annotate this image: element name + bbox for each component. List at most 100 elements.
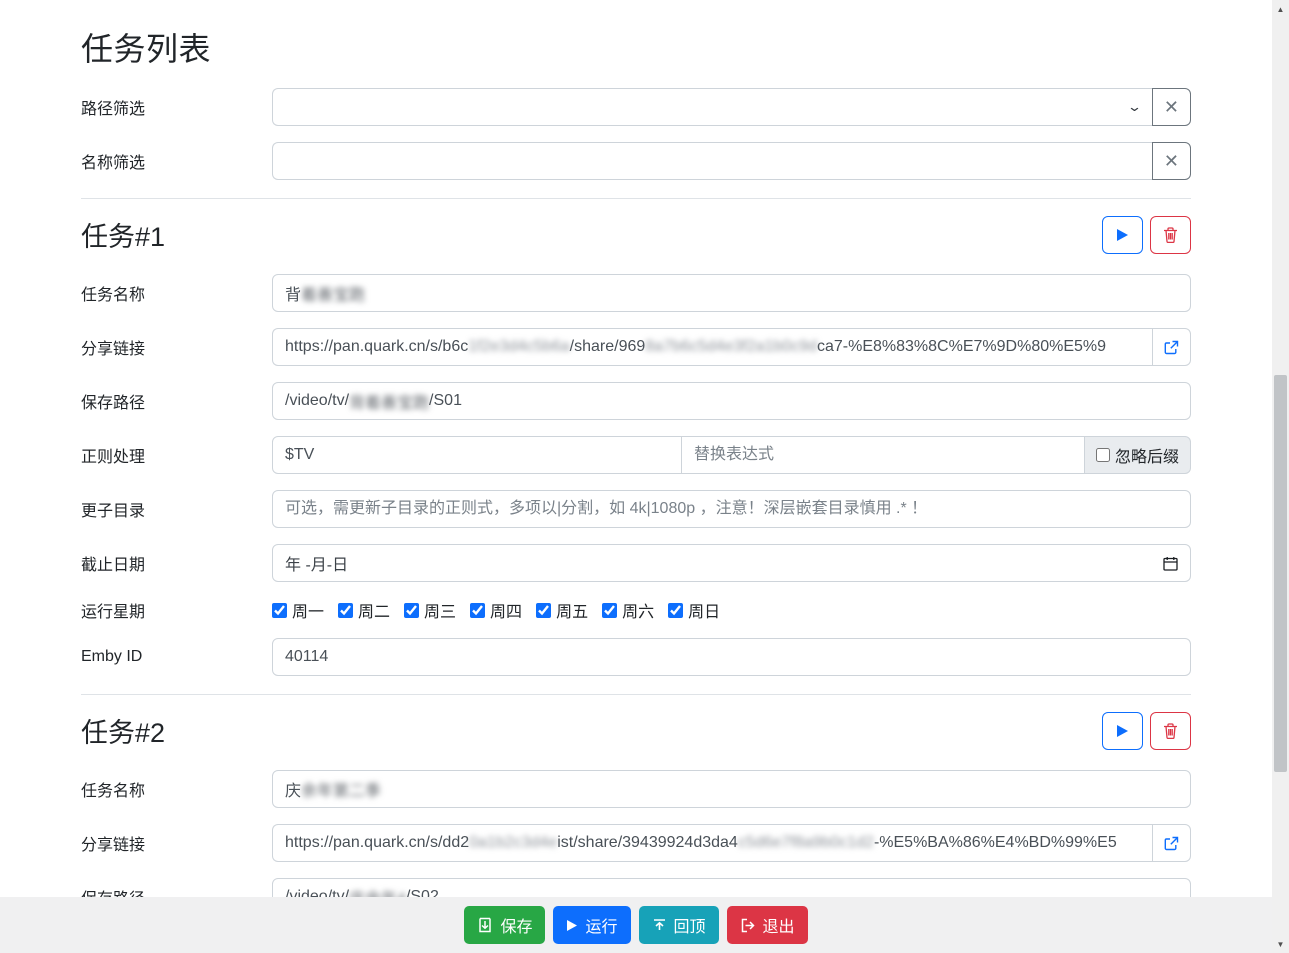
checkbox[interactable]: [602, 603, 617, 618]
weekday-checkbox-thu[interactable]: 周四: [470, 598, 522, 622]
run-button-label: 运行: [585, 913, 617, 937]
link-text: /share/969: [570, 338, 646, 356]
weekday-checkbox-sun[interactable]: 周日: [668, 598, 720, 622]
weekday-checkbox-wed[interactable]: 周三: [404, 598, 456, 622]
weekday-label: 周日: [688, 598, 720, 622]
name-filter-clear-button[interactable]: ✕: [1152, 142, 1191, 180]
weekday-label: 周二: [358, 598, 390, 622]
path-redacted: 背着善宝跑: [349, 389, 429, 413]
save-button[interactable]: 保存: [464, 906, 545, 944]
task2-delete-button[interactable]: [1150, 712, 1191, 750]
regex-label: 正则处理: [81, 443, 272, 467]
path-filter-label: 路径筛选: [81, 95, 272, 119]
close-icon: ✕: [1164, 151, 1179, 172]
deadline-label: 截止日期: [81, 551, 272, 575]
scroll-up-arrow-icon[interactable]: ▲: [1272, 1, 1289, 17]
exit-button-label: 退出: [763, 913, 795, 937]
divider: [81, 198, 1191, 199]
task1-open-link-button[interactable]: [1152, 328, 1191, 366]
task1-name-input[interactable]: 背着善宝跑: [272, 274, 1191, 312]
scroll-down-arrow-icon[interactable]: ▼: [1272, 936, 1289, 952]
task1-name-row: 任务名称 背着善宝跑: [81, 274, 1191, 312]
trash-icon: [1163, 723, 1178, 739]
link-redacted: 1f2e3d4c5b6a: [468, 338, 569, 356]
weekday-label: 周六: [622, 598, 654, 622]
checkbox[interactable]: [338, 603, 353, 618]
path-filter-clear-button[interactable]: ✕: [1152, 88, 1191, 126]
page-title: 任务列表: [81, 24, 1191, 70]
save-path-label: 保存路径: [81, 389, 272, 413]
weekday-label: 周三: [424, 598, 456, 622]
checkbox[interactable]: [668, 603, 683, 618]
task1-run-button[interactable]: [1102, 216, 1143, 254]
task1-weekdays-row: 运行星期 周一 周二 周三 周四 周五 周六 周日: [81, 598, 1191, 622]
weekday-checkbox-sat[interactable]: 周六: [602, 598, 654, 622]
back-to-top-button[interactable]: 回顶: [639, 906, 719, 944]
task1-ignore-suffix-checkbox[interactable]: [1096, 448, 1110, 462]
weekday-checkbox-tue[interactable]: 周二: [338, 598, 390, 622]
task2-open-link-button[interactable]: [1152, 824, 1191, 862]
task2-share-link-input[interactable]: https://pan.quark.cn/s/dd20a1b2c3d4eist/…: [272, 824, 1152, 862]
emby-id-label: Emby ID: [81, 648, 272, 666]
ignore-suffix-label: 忽略后缀: [1115, 443, 1179, 467]
divider: [81, 694, 1191, 695]
task2-title: 任务#2: [81, 711, 165, 750]
task1-replace-expr-input[interactable]: [682, 436, 1085, 474]
run-button[interactable]: 运行: [553, 906, 630, 944]
checkbox[interactable]: [536, 603, 551, 618]
task1-emby-row: Emby ID: [81, 638, 1191, 676]
task1-link-row: 分享链接 https://pan.quark.cn/s/b6c1f2e3d4c5…: [81, 328, 1191, 366]
play-icon: [1116, 228, 1129, 242]
checkbox[interactable]: [272, 603, 287, 618]
external-link-icon: [1164, 836, 1179, 851]
task1-share-link-input[interactable]: https://pan.quark.cn/s/b6c1f2e3d4c5b6a/s…: [272, 328, 1152, 366]
scrollbar-thumb[interactable]: [1274, 375, 1287, 772]
weekday-checkbox-mon[interactable]: 周一: [272, 598, 324, 622]
task1-deadline-date-input[interactable]: 年 -月-日: [272, 544, 1191, 582]
external-link-icon: [1164, 340, 1179, 355]
name-filter-input[interactable]: [272, 142, 1152, 180]
task1-emby-id-input[interactable]: [272, 638, 1191, 676]
task1-title: 任务#1: [81, 215, 165, 254]
share-link-label: 分享链接: [81, 831, 272, 855]
chevron-down-icon: ⌄: [1127, 99, 1142, 115]
task-name-label: 任务名称: [81, 777, 272, 801]
play-icon: [566, 919, 578, 932]
link-text: ist/share/39439924d3da4: [557, 834, 738, 852]
task1-header: 任务#1: [81, 215, 1191, 254]
task2-name-input[interactable]: 庆余年第二季: [272, 770, 1191, 808]
task2-name-redacted: 余年第二季: [301, 777, 381, 801]
subdir-label: 更子目录: [81, 497, 272, 521]
exit-button[interactable]: 退出: [727, 906, 808, 944]
path-filter-select[interactable]: ⌄: [272, 88, 1152, 126]
checkbox[interactable]: [470, 603, 485, 618]
save-icon: [477, 917, 493, 933]
link-text: ca7-%E8%83%8C%E7%9D%80%E5%9: [817, 338, 1106, 356]
task1-save-path-input[interactable]: /video/tv/背着善宝跑/S01: [272, 382, 1191, 420]
task1-regex-input[interactable]: [272, 436, 682, 474]
link-redacted: 8a7b6c5d4e3f2a1b0c9d: [645, 338, 817, 356]
task1-subdir-input[interactable]: [272, 490, 1191, 528]
weekday-checkbox-fri[interactable]: 周五: [536, 598, 588, 622]
date-placeholder: 年 -月-日: [285, 551, 348, 575]
close-icon: ✕: [1164, 97, 1179, 118]
vertical-scrollbar[interactable]: ▲ ▼: [1272, 0, 1289, 953]
task1-regex-row: 正则处理 忽略后缀: [81, 436, 1191, 474]
logout-icon: [740, 918, 756, 933]
back-to-top-button-label: 回顶: [674, 913, 706, 937]
link-redacted: 0a1b2c3d4e: [469, 834, 557, 852]
weekday-label: 周五: [556, 598, 588, 622]
task1-name-redacted: 着善宝跑: [301, 281, 365, 305]
ignore-suffix-addon: 忽略后缀: [1085, 436, 1191, 474]
link-text: -%E5%BA%86%E4%BD%99%E5: [874, 834, 1117, 852]
checkbox[interactable]: [404, 603, 419, 618]
task1-delete-button[interactable]: [1150, 216, 1191, 254]
task2-run-button[interactable]: [1102, 712, 1143, 750]
task2-name-row: 任务名称 庆余年第二季: [81, 770, 1191, 808]
task2-name-visible: 庆: [285, 777, 301, 801]
task1-path-row: 保存路径 /video/tv/背着善宝跑/S01: [81, 382, 1191, 420]
task1-deadline-row: 截止日期 年 -月-日: [81, 544, 1191, 582]
save-button-label: 保存: [500, 913, 532, 937]
calendar-icon[interactable]: [1163, 556, 1178, 571]
play-icon: [1116, 724, 1129, 738]
